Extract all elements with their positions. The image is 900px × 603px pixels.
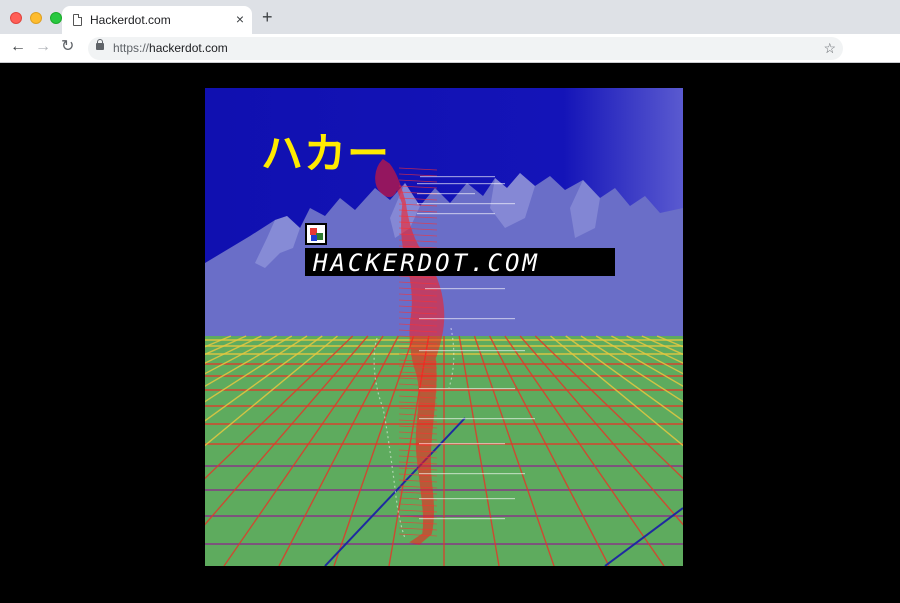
url-scheme: https://: [113, 41, 150, 55]
window-controls: [10, 12, 62, 24]
logo-icon: [305, 223, 327, 245]
new-tab-button[interactable]: +: [262, 8, 273, 26]
lock-icon: [96, 39, 104, 50]
tab-hackerdot[interactable]: Hackerdot.com ×: [62, 6, 252, 34]
tab-strip: Hackerdot.com × +: [0, 0, 900, 34]
toolbar: ← → ↻ https://hackerdot.com ☆: [0, 34, 900, 63]
banner-text: HACKERDOT.COM: [313, 249, 540, 277]
address-bar[interactable]: https://hackerdot.com ☆: [88, 37, 843, 60]
close-tab-icon[interactable]: ×: [236, 11, 244, 27]
minimize-window-button[interactable]: [30, 12, 42, 24]
tab-title: Hackerdot.com: [90, 13, 171, 27]
vaporwave-artwork: ハカー HACKERDOT.COM: [205, 88, 683, 566]
page-icon: [73, 14, 82, 26]
back-button[interactable]: ←: [10, 38, 26, 56]
close-window-button[interactable]: [10, 12, 22, 24]
katakana-title: ハカー: [261, 129, 391, 178]
url-text[interactable]: https://hackerdot.com: [113, 41, 228, 55]
forward-button[interactable]: →: [35, 38, 51, 56]
maximize-window-button[interactable]: [50, 12, 62, 24]
bookmark-star-icon[interactable]: ☆: [823, 39, 836, 57]
page-content: ハカー HACKERDOT.COM: [0, 63, 900, 603]
site-banner: HACKERDOT.COM: [305, 248, 615, 277]
browser-chrome: Hackerdot.com × + ← → ↻ https://hackerdo…: [0, 0, 900, 63]
url-host: hackerdot.com: [149, 41, 228, 55]
reload-button[interactable]: ↻: [61, 38, 74, 56]
